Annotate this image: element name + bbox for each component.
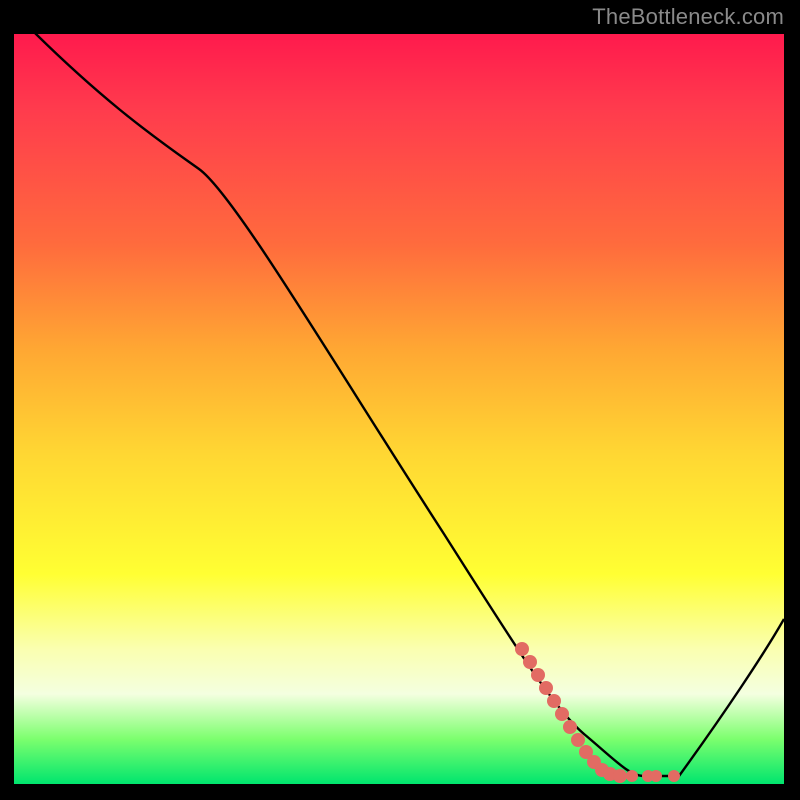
chart-plot-area bbox=[14, 34, 784, 784]
watermark-text: TheBottleneck.com bbox=[592, 4, 784, 30]
highlight-dots-group bbox=[515, 642, 680, 783]
highlight-dots-svg bbox=[14, 34, 784, 784]
